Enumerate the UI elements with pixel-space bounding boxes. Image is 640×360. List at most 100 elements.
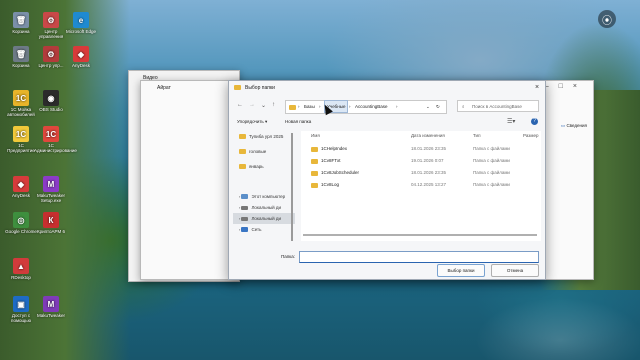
details-button[interactable]: ▭ Сведения (561, 123, 587, 129)
horizontal-scrollbar[interactable] (303, 234, 537, 236)
app-icon: 1С (13, 90, 29, 106)
desktop-icon[interactable]: ⚙ Центр упр... (34, 46, 68, 68)
breadcrumb-arrow: › (396, 104, 398, 109)
breadcrumb-item[interactable]: AccountingBase (355, 101, 388, 113)
file-row[interactable]: 1Cv8JobScheduler 18.01.2026 23:35 Папка с … (301, 167, 541, 179)
folder-icon (289, 105, 296, 110)
app-icon: ▲ (13, 258, 29, 274)
desktop-icon[interactable]: ◉ OBS Studio (34, 90, 68, 112)
cancel-button[interactable]: Отмена (491, 264, 539, 277)
file-list: Имя Дата изменения Тип Размер 1CHelpInde… (301, 131, 541, 241)
window-controls[interactable]: –□× (545, 83, 587, 90)
app-icon: ◉ (43, 90, 59, 106)
desktop-icon-label: Центр управления (38, 29, 64, 39)
app-icon: ◆ (13, 176, 29, 192)
file-name: 1Cv8Log (321, 182, 340, 187)
folder-icon (234, 85, 241, 90)
breadcrumb-arrow: › (298, 104, 300, 109)
file-type: Папка с файлами (473, 182, 510, 187)
app-icon: ⚙ (43, 46, 59, 62)
file-name: 1CHelpIndex (321, 146, 348, 151)
sidebar-item[interactable]: › Сеть (233, 224, 295, 235)
folder-icon (311, 147, 318, 152)
file-row[interactable]: 1Cv8Log 04.12.2025 13:27 Папка с файлами (301, 179, 541, 191)
refresh-icon[interactable]: ↻ (436, 101, 440, 113)
desktop-icon[interactable]: ⚙ Центр управления (34, 12, 68, 39)
desktop-icon[interactable]: ◆ AnyDesk (64, 46, 98, 68)
up-arrow-icon[interactable]: ↑ (272, 102, 275, 108)
organize-button[interactable]: Упорядочить ▾ (237, 119, 267, 125)
file-date: 18.01.2026 23:35 (411, 170, 447, 175)
help-icon[interactable]: ? (531, 118, 538, 125)
desktop-icon[interactable]: M MakuTweaker Setup.exe (34, 176, 68, 203)
file-name: 1Cv8FTxt (321, 158, 341, 163)
view-options-icon[interactable]: ☰▾ (507, 118, 515, 125)
file-name: 1Cv8JobScheduler (321, 170, 360, 175)
folder-icon (311, 171, 318, 176)
sidebar-item[interactable]: › Локальный ди (233, 213, 295, 224)
sidebar-item[interactable]: › Локальный ди (233, 202, 295, 213)
file-type: Папка с файлами (473, 158, 510, 163)
search-input[interactable]: ⌕ Поиск в AccountingBase (457, 100, 539, 112)
app-icon: M (43, 176, 59, 192)
file-type: Папка с файлами (473, 170, 510, 175)
desktop-icon[interactable]: M MakuTweaker (34, 296, 68, 318)
close-icon[interactable]: × (531, 83, 543, 93)
search-icon: ⌕ (462, 104, 465, 109)
sidebar-item[interactable]: Тупиба урл 2025 (233, 131, 295, 142)
app-icon: 1С (13, 126, 29, 142)
select-folder-dialog[interactable]: Выбор папки × ← → ⌄ ↑ › Базы › Учебные ›… (228, 80, 546, 280)
desktop-icon[interactable]: 🗑 Корзина (4, 46, 38, 68)
back-arrow-icon[interactable]: ← (237, 102, 243, 108)
file-row[interactable]: 1Cv8FTxt 19.01.2026 0:07 Папка с файлами (301, 155, 541, 167)
desktop-icon-label: AnyDesk (71, 63, 90, 68)
app-icon: M (43, 296, 59, 312)
desktop-icon[interactable]: e Microsoft Edge (64, 12, 98, 34)
desktop-icon[interactable]: ▣ Доступ с помощью (4, 296, 38, 323)
sidebar-item[interactable]: › Этот компьютер (233, 191, 295, 202)
desktop-icon-label: Корзина (12, 29, 30, 34)
chevron-down-icon[interactable]: ⌄ (261, 102, 266, 109)
folder-input[interactable] (299, 251, 539, 263)
column-header-type[interactable]: Тип (473, 133, 481, 138)
app-icon: ▣ (13, 296, 29, 312)
desktop-icon[interactable]: ◎ Google Chrome (4, 212, 38, 234)
column-header-name[interactable]: Имя (311, 133, 320, 138)
desktop-icon[interactable]: 🗑 Корзина (4, 12, 38, 34)
file-date: 04.12.2025 13:27 (411, 182, 447, 187)
select-folder-button[interactable]: Выбор папки (437, 264, 485, 277)
chevron-down-icon[interactable]: ⌄ (426, 101, 430, 113)
forward-arrow-icon[interactable]: → (249, 102, 255, 108)
new-folder-button[interactable]: Новая папка (285, 119, 311, 124)
sidebar-item[interactable]: головые (233, 146, 295, 157)
file-rows: 1CHelpIndex 18.01.2026 23:35 Папка с файла… (301, 143, 541, 191)
desktop-icon-label: Доступ с помощью (11, 313, 31, 323)
sidebar-scrollbar[interactable] (291, 133, 293, 241)
breadcrumb-item[interactable]: Базы (304, 101, 315, 113)
desktop-icon[interactable]: ▲ RDesktop (4, 258, 38, 280)
desktop-icon-label: Центр упр... (38, 63, 64, 68)
dialog-toolbar: Упорядочить ▾ Новая папка ☰▾ ? (229, 117, 545, 129)
folder-label: Папка: (281, 254, 295, 259)
folder-icon (311, 183, 318, 188)
app-icon: ◆ (73, 46, 89, 62)
breadcrumb-arrow: › (349, 104, 351, 109)
desktop-icon[interactable]: 1С 1С Предприятие (4, 126, 38, 153)
file-date: 18.01.2026 23:35 (411, 146, 447, 151)
column-header-date[interactable]: Дата изменения (411, 133, 445, 138)
desktop-icon[interactable]: К КриптоАРМ 6 (34, 212, 68, 234)
desktop-icon[interactable]: ◆ AnyDesk (4, 176, 38, 198)
breadcrumb-arrow: › (319, 104, 321, 109)
file-date: 19.01.2026 0:07 (411, 158, 444, 163)
column-header-size[interactable]: Размер (523, 133, 538, 138)
desktop-icon-label: MakuTweaker (36, 313, 65, 318)
desktop-icon-label: RDesktop (11, 275, 31, 280)
record-icon[interactable]: ⦿ (598, 10, 616, 28)
address-bar[interactable]: › Базы › Учебные › AccountingBase › ⌄ ↻ (285, 100, 447, 114)
app-icon: ⚙ (43, 12, 59, 28)
desktop-icon[interactable]: 1С 1С Мойка автомобилей (4, 90, 38, 117)
file-row[interactable]: 1CHelpIndex 18.01.2026 23:35 Папка с файла… (301, 143, 541, 155)
sidebar-item[interactable]: январь (233, 161, 295, 172)
desktop-icon[interactable]: 1С 1С Администрирование (34, 126, 77, 153)
app-icon: 🗑 (13, 46, 29, 62)
